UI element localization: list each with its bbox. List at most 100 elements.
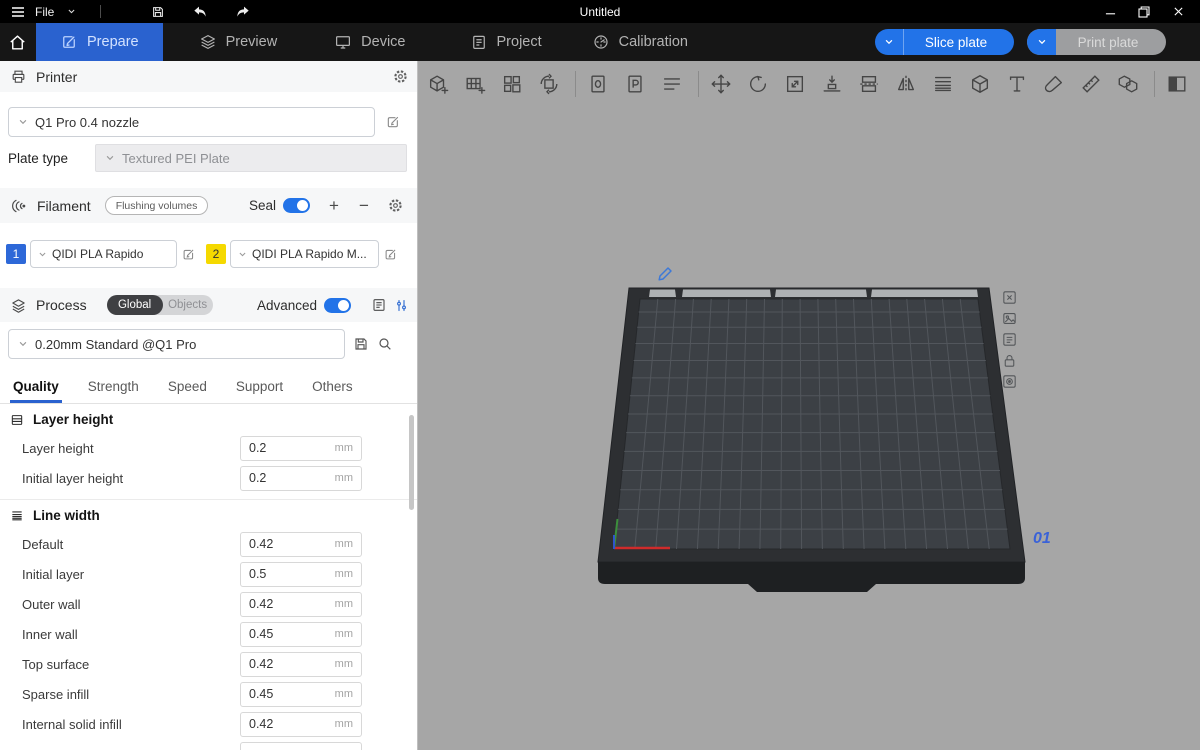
remove-filament-button[interactable]: − [356,197,372,214]
tab-project[interactable]: Project [470,23,542,61]
rotate-tool-icon[interactable] [744,71,771,98]
slice-plate-button[interactable]: Slice plate [875,29,1014,55]
filament-2-select[interactable]: QIDI PLA Rapido M... [230,240,379,268]
line-width-internal-solid-infill-input[interactable]: 0.42 mm [240,712,362,737]
settings-list-icon[interactable] [371,297,387,313]
param-value: 0.42 [249,657,273,671]
filament-2-value: QIDI PLA Rapido M... [252,247,367,261]
assembly-tool-icon[interactable] [1114,71,1141,98]
seal-toggle[interactable] [283,198,310,213]
plate-image-icon[interactable] [1001,310,1018,327]
param-value: 0.45 [249,627,273,641]
text-tool-icon[interactable] [1003,71,1030,98]
initial-layer-height-input[interactable]: 0.2 mm [240,466,362,491]
printer-edit-icon[interactable] [385,114,401,130]
orient-doc-icon[interactable] [584,71,611,98]
undo-icon[interactable] [191,3,211,21]
plate-delete-icon[interactable] [1001,289,1018,306]
process-section-title: Process [36,297,87,313]
param-row: Initial layer height 0.2 mm [0,463,417,493]
filament-2-edit-icon[interactable] [383,247,398,262]
tab-strength[interactable]: Strength [87,370,140,403]
print-options-chevron-icon[interactable] [1027,29,1056,55]
param-row: Outer wall 0.42 mm [0,589,417,619]
layer-height-input[interactable]: 0.2 mm [240,436,362,461]
maximize-button[interactable] [1134,3,1154,21]
param-value: 0.42 [249,597,273,611]
plate-edit-pencil-icon[interactable] [659,268,671,280]
preset-compare-icon[interactable] [394,298,409,313]
filament-2-badge[interactable]: 2 [206,244,226,264]
cut-tool-icon[interactable] [855,71,882,98]
tab-support[interactable]: Support [235,370,284,403]
filament-settings-gear-icon[interactable] [387,197,404,214]
text-list-icon[interactable] [658,71,685,98]
measure-tool-icon[interactable] [1077,71,1104,98]
save-icon[interactable] [148,3,168,21]
lay-on-face-icon[interactable] [818,71,845,98]
hamburger-menu-icon[interactable] [8,3,28,21]
param-unit: mm [335,598,353,610]
filament-1-badge[interactable]: 1 [6,244,26,264]
flushing-volumes-button[interactable]: Flushing volumes [105,196,209,215]
printer-preset-select[interactable]: Q1 Pro 0.4 nozzle [8,107,375,137]
plate-name-icon[interactable] [1001,331,1018,348]
toggle-knob [297,200,308,211]
paint-tool-icon[interactable] [1040,71,1067,98]
tab-others[interactable]: Others [311,370,354,403]
sidebar-scrollbar-thumb[interactable] [409,415,414,510]
process-scope-switch[interactable]: Global Objects [107,295,213,315]
line-width-sparse-infill-input[interactable]: 0.45 mm [240,682,362,707]
line-width-inner-wall-input[interactable]: 0.45 mm [240,622,362,647]
line-width-outer-wall-input[interactable]: 0.42 mm [240,592,362,617]
line-width-initial-layer-input[interactable]: 0.5 mm [240,562,362,587]
build-plate[interactable] [418,61,1200,750]
tab-calibration[interactable]: Calibration [592,23,688,61]
3d-viewport[interactable]: 01 [418,61,1200,750]
add-filament-button[interactable]: + [326,197,342,214]
tab-prepare[interactable]: Prepare [36,23,163,61]
param-unit: mm [335,688,353,700]
scale-tool-icon[interactable] [781,71,808,98]
plate-type-select[interactable]: Textured PEI Plate [95,144,407,172]
file-menu-chevron-icon[interactable] [61,3,81,21]
mirror-tool-icon[interactable] [892,71,919,98]
add-plate-icon[interactable] [461,71,488,98]
search-icon[interactable] [377,336,393,352]
tab-device[interactable]: Device [334,23,405,61]
param-input[interactable] [240,742,362,750]
line-width-top-surface-input[interactable]: 0.42 mm [240,652,362,677]
param-label: Sparse infill [22,687,89,702]
home-button[interactable] [0,23,34,61]
save-preset-icon[interactable] [353,336,369,352]
print-plate-button[interactable]: Print plate [1027,29,1166,55]
process-preset-select[interactable]: 0.20mm Standard @Q1 Pro [8,329,345,359]
slice-options-chevron-icon[interactable] [875,29,904,55]
tab-speed[interactable]: Speed [167,370,208,403]
file-menu[interactable]: File [35,5,54,19]
mesh-edit-icon[interactable] [966,71,993,98]
auto-orient-icon[interactable] [535,71,562,98]
variable-layer-height-icon[interactable] [929,71,956,98]
plate-lock-icon[interactable] [1001,352,1018,369]
printer-settings-gear-icon[interactable] [392,68,409,85]
line-width-default-input[interactable]: 0.42 mm [240,532,362,557]
filament-1-edit-icon[interactable] [181,247,196,262]
project-doc-icon[interactable] [621,71,648,98]
tab-preview[interactable]: Preview [199,23,278,61]
redo-icon[interactable] [232,3,252,21]
titlebar-divider [100,5,101,18]
close-button[interactable] [1168,3,1188,21]
plate-camera-icon[interactable] [1001,373,1018,390]
filament-1-select[interactable]: QIDI PLA Rapido [30,240,177,268]
printer-icon [10,68,27,85]
minimize-button[interactable] [1100,3,1120,21]
tab-quality[interactable]: Quality [12,370,60,403]
move-tool-icon[interactable] [707,71,734,98]
scope-global-option[interactable]: Global [107,295,163,315]
scope-objects-option[interactable]: Objects [163,299,213,311]
advanced-toggle[interactable] [324,298,351,313]
split-view-icon[interactable] [1163,71,1190,98]
add-model-icon[interactable] [424,71,451,98]
auto-arrange-icon[interactable] [498,71,525,98]
